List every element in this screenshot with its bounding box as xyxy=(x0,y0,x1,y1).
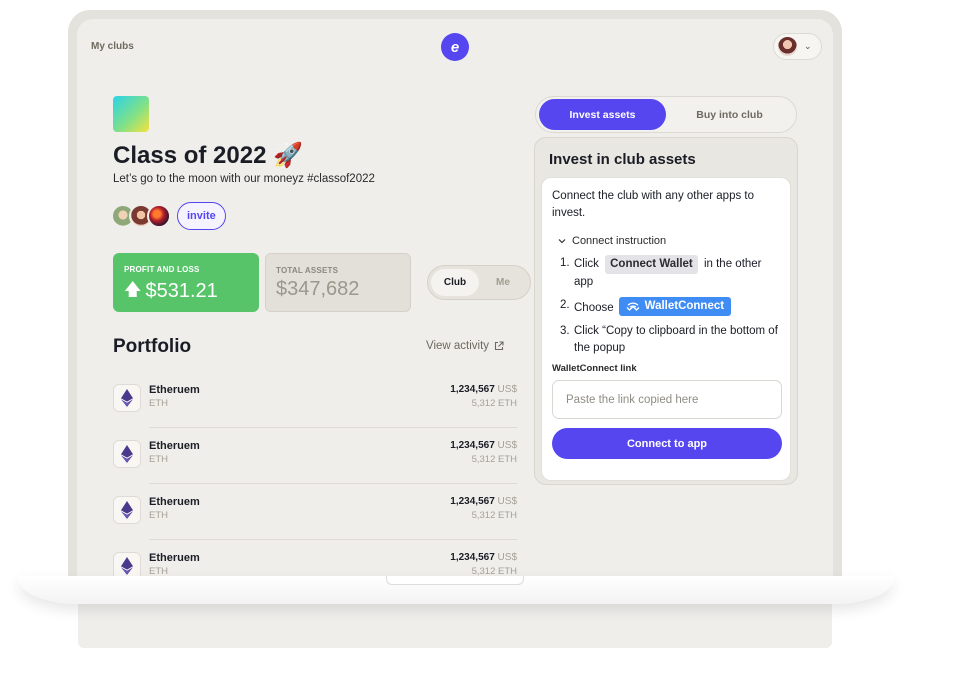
invest-tabs: Invest assets Buy into club xyxy=(535,96,797,133)
asset-usd-currency: US$ xyxy=(497,552,517,563)
app-screen: My clubs e ⌄ Class of 2022 🚀 Let’s go to… xyxy=(77,19,833,581)
connect-instruction-toggle[interactable]: Connect instruction xyxy=(552,235,780,247)
chevron-down-icon: ⌄ xyxy=(804,41,812,51)
user-avatar xyxy=(778,37,797,56)
row-divider xyxy=(149,539,517,540)
asset-token-box xyxy=(113,384,141,412)
asset-symbol: ETH xyxy=(149,398,168,409)
asset-usd-currency: US$ xyxy=(497,440,517,451)
asset-name: Etheruem xyxy=(149,552,200,564)
user-menu-button[interactable]: ⌄ xyxy=(773,33,822,60)
asset-usd-value: 1,234,567 US$ xyxy=(450,384,517,395)
asset-usd-value: 1,234,567 US$ xyxy=(450,496,517,507)
instruction-step: 1. Click Connect Wallet in the other app xyxy=(560,255,780,291)
walletconnect-chip-label: WalletConnect xyxy=(644,300,725,312)
club-logo xyxy=(113,96,149,132)
step-text: Click Connect Wallet in the other app xyxy=(574,255,780,291)
asset-usd-value: 1,234,567 US$ xyxy=(450,440,517,451)
pnl-value: $531.21 xyxy=(145,280,218,302)
view-activity-link[interactable]: View activity xyxy=(426,340,504,352)
chevron-down-icon xyxy=(558,239,566,244)
step-number: 3. xyxy=(560,325,570,337)
toggle-club[interactable]: Club xyxy=(431,269,479,296)
asset-name: Etheruem xyxy=(149,496,200,508)
pnl-value-row: 🡅 $531.21 xyxy=(124,277,248,306)
club-me-toggle[interactable]: Club Me xyxy=(427,265,531,300)
invest-card: Connect the club with any other apps to … xyxy=(541,177,791,481)
ethereum-icon xyxy=(121,557,133,575)
view-activity-label: View activity xyxy=(426,340,490,352)
ethereum-icon xyxy=(121,445,133,463)
pnl-label: PROFIT AND LOSS xyxy=(124,265,200,274)
walletconnect-link-input[interactable] xyxy=(552,380,782,419)
arrow-up-icon: 🡅 xyxy=(124,280,142,299)
row-divider xyxy=(149,427,517,428)
external-link-icon xyxy=(495,341,504,351)
rocket-icon: 🚀 xyxy=(273,142,303,169)
step-number: 2. xyxy=(560,299,570,311)
asset-row[interactable]: Etheruem ETH 1,234,567 US$ 5,312 ETH xyxy=(113,379,517,435)
tab-buy-into-club[interactable]: Buy into club xyxy=(666,99,793,130)
instruction-step: 2. Choose WalletConnect xyxy=(560,297,780,317)
asset-token-box xyxy=(113,496,141,524)
total-assets-card: TOTAL ASSETS $347,682 xyxy=(265,253,411,312)
total-assets-value: $347,682 xyxy=(276,278,360,300)
walletconnect-link-label: WalletConnect link xyxy=(552,363,637,374)
member-avatar[interactable] xyxy=(147,204,171,228)
asset-name: Etheruem xyxy=(149,384,200,396)
total-assets-label: TOTAL ASSETS xyxy=(276,266,339,275)
invest-intro: Connect the club with any other apps to … xyxy=(552,190,755,219)
asset-eth-value: 5,312 ETH xyxy=(471,398,517,409)
walletconnect-icon xyxy=(626,302,640,311)
my-clubs-link[interactable]: My clubs xyxy=(91,41,134,52)
connect-wallet-chip: Connect Wallet xyxy=(605,255,698,274)
step1-pre: Click xyxy=(574,258,599,270)
app-logo-icon[interactable]: e xyxy=(441,33,469,61)
laptop-shadow xyxy=(78,600,832,648)
row-divider xyxy=(149,483,517,484)
instruction-step: 3. Click “Copy to clipboard in the botto… xyxy=(560,323,780,357)
profit-loss-card: PROFIT AND LOSS 🡅 $531.21 xyxy=(113,253,259,312)
member-avatars: invite xyxy=(111,202,226,230)
invite-button[interactable]: invite xyxy=(177,202,226,230)
asset-name: Etheruem xyxy=(149,440,200,452)
club-title: Class of 2022 🚀 xyxy=(113,141,303,170)
ethereum-icon xyxy=(121,389,133,407)
asset-token-box xyxy=(113,440,141,468)
connect-to-app-button[interactable]: Connect to app xyxy=(552,428,782,459)
walletconnect-chip: WalletConnect xyxy=(618,297,732,316)
step-text: Choose WalletConnect xyxy=(574,297,732,317)
asset-symbol: ETH xyxy=(149,454,168,465)
asset-usd-amount: 1,234,567 xyxy=(450,384,495,395)
portfolio-title: Portfolio xyxy=(113,336,192,357)
logo-glyph: e xyxy=(450,38,460,56)
invest-panel: Invest in club assets Connect the club w… xyxy=(534,137,798,485)
step-text: Click “Copy to clipboard in the bottom o… xyxy=(574,325,778,354)
club-description: Let’s go to the moon with our moneyz #cl… xyxy=(113,173,375,185)
laptop-notch xyxy=(386,576,524,585)
asset-usd-amount: 1,234,567 xyxy=(450,552,495,563)
asset-usd-value: 1,234,567 US$ xyxy=(450,552,517,563)
toggle-me[interactable]: Me xyxy=(479,269,527,296)
asset-eth-value: 5,312 ETH xyxy=(471,510,517,521)
instruction-steps: 1. Click Connect Wallet in the other app… xyxy=(552,255,780,357)
connect-instruction-label: Connect instruction xyxy=(572,235,667,247)
club-title-text: Class of 2022 xyxy=(113,142,267,169)
invest-title: Invest in club assets xyxy=(549,151,696,168)
step2-pre: Choose xyxy=(574,302,614,314)
asset-row[interactable]: Etheruem ETH 1,234,567 US$ 5,312 ETH xyxy=(113,491,517,547)
asset-eth-value: 5,312 ETH xyxy=(471,454,517,465)
asset-row[interactable]: Etheruem ETH 1,234,567 US$ 5,312 ETH xyxy=(113,435,517,491)
asset-usd-currency: US$ xyxy=(497,384,517,395)
asset-usd-currency: US$ xyxy=(497,496,517,507)
asset-usd-amount: 1,234,567 xyxy=(450,440,495,451)
asset-symbol: ETH xyxy=(149,510,168,521)
asset-usd-amount: 1,234,567 xyxy=(450,496,495,507)
tab-invest-assets[interactable]: Invest assets xyxy=(539,99,666,130)
step-number: 1. xyxy=(560,257,570,269)
ethereum-icon xyxy=(121,501,133,519)
